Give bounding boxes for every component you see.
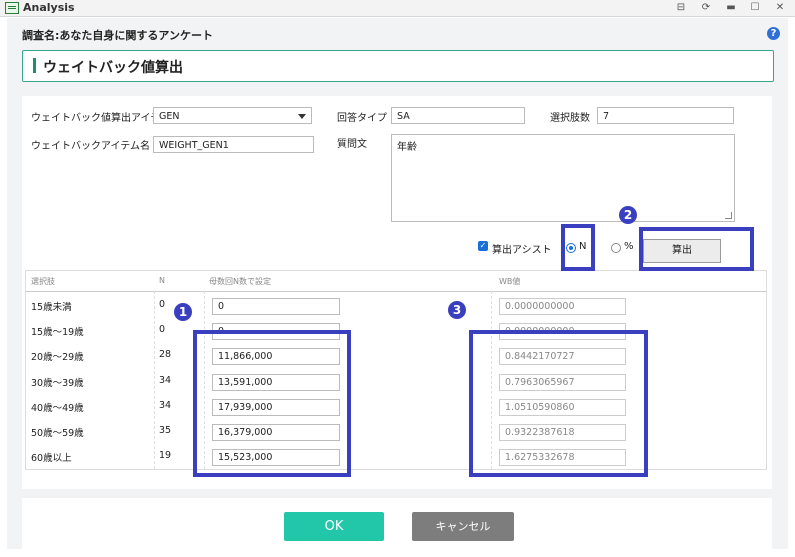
population-input[interactable]: 0 bbox=[212, 298, 340, 315]
question-label: 質問文 bbox=[337, 139, 367, 150]
app-icon bbox=[5, 2, 19, 14]
row-category: 50歳～59歳 bbox=[31, 428, 84, 439]
window-title: Analysis bbox=[23, 1, 75, 14]
minimize-icon[interactable]: ▬ bbox=[724, 1, 738, 14]
header-population: 母数回N数で設定 bbox=[209, 277, 271, 286]
assist-checkbox[interactable]: ✓ bbox=[478, 241, 488, 251]
ok-button[interactable]: OK bbox=[284, 512, 384, 541]
question-textarea[interactable]: 年齢 bbox=[391, 134, 735, 222]
radio-percent[interactable] bbox=[611, 243, 621, 253]
header-n: N bbox=[159, 276, 165, 285]
row-n: 19 bbox=[159, 450, 172, 461]
resize-grip-icon[interactable] bbox=[725, 212, 732, 219]
section-accent-bar bbox=[33, 58, 36, 73]
marker-2: 2 bbox=[619, 206, 637, 224]
marker-1: 1 bbox=[174, 303, 192, 321]
column-divider bbox=[154, 291, 155, 469]
header-wb: WB値 bbox=[499, 277, 521, 286]
row-n: 35 bbox=[159, 425, 172, 436]
radio-percent-label: % bbox=[624, 241, 634, 252]
section-header: ウェイトバック値算出 bbox=[22, 50, 774, 82]
highlight-wb-column bbox=[469, 330, 648, 477]
header-divider bbox=[26, 291, 766, 292]
cancel-button[interactable]: キャンセル bbox=[412, 512, 514, 541]
refresh-icon[interactable]: ⟳ bbox=[699, 1, 713, 14]
highlight-calc-button bbox=[639, 227, 754, 271]
row-n: 28 bbox=[159, 349, 172, 360]
item-label: ウェイトバック値算出アイテム bbox=[31, 113, 170, 124]
answer-type-label: 回答タイプ bbox=[337, 113, 387, 124]
row-n: 0 bbox=[159, 324, 166, 335]
row-category: 15歳未満 bbox=[31, 302, 72, 313]
weight-table: 選択肢 N 母数回N数で設定 WB値 15歳未満 0 0 0.000000000… bbox=[25, 270, 767, 470]
wb-item-field[interactable]: WEIGHT_GEN1 bbox=[153, 136, 314, 153]
help-icon[interactable]: ? bbox=[767, 27, 780, 40]
item-select-value: GEN bbox=[159, 111, 180, 122]
wb-item-label: ウェイトバックアイテム名 bbox=[31, 141, 150, 152]
question-text: 年齢 bbox=[397, 142, 417, 153]
highlight-radio-n bbox=[561, 224, 595, 271]
highlight-population-column bbox=[193, 330, 351, 477]
marker-3: 3 bbox=[448, 301, 466, 319]
chevron-down-icon bbox=[298, 114, 306, 119]
form-panel: ウェイトバック値算出アイテム GEN 回答タイプ SA 選択肢数 7 ウェイトバ… bbox=[22, 96, 772, 489]
row-n: 34 bbox=[159, 375, 172, 386]
wb-value: 0.0000000000 bbox=[499, 298, 626, 315]
answer-type-field[interactable]: SA bbox=[391, 107, 525, 124]
section-title: ウェイトバック値算出 bbox=[43, 60, 183, 76]
header-choice: 選択肢 bbox=[31, 277, 55, 286]
row-category: 20歳～29歳 bbox=[31, 352, 84, 363]
close-icon[interactable]: ✕ bbox=[773, 1, 787, 14]
survey-name: 調査名:あなた自身に関するアンケート bbox=[22, 29, 213, 42]
row-category: 60歳以上 bbox=[31, 453, 72, 464]
window-titlebar: Analysis ⊟ ⟳ ▬ ☐ ✕ bbox=[0, 0, 795, 17]
assist-checkbox-label: 算出アシスト bbox=[492, 245, 552, 256]
row-n: 0 bbox=[159, 299, 166, 310]
choices-label: 選択肢数 bbox=[550, 113, 590, 124]
dialog-footer: OK キャンセル bbox=[22, 490, 772, 557]
item-select[interactable]: GEN bbox=[153, 107, 312, 124]
row-category: 30歳～39歳 bbox=[31, 378, 84, 389]
row-category: 40歳～49歳 bbox=[31, 403, 84, 414]
choices-field[interactable]: 7 bbox=[597, 107, 734, 124]
row-n: 34 bbox=[159, 400, 172, 411]
main-content: 調査名:あなた自身に関するアンケート ? ウェイトバック値算出 ウェイトバック値… bbox=[7, 18, 788, 557]
pin-icon[interactable]: ⊟ bbox=[674, 1, 688, 14]
maximize-icon[interactable]: ☐ bbox=[748, 1, 762, 14]
row-category: 15歳～19歳 bbox=[31, 327, 84, 338]
